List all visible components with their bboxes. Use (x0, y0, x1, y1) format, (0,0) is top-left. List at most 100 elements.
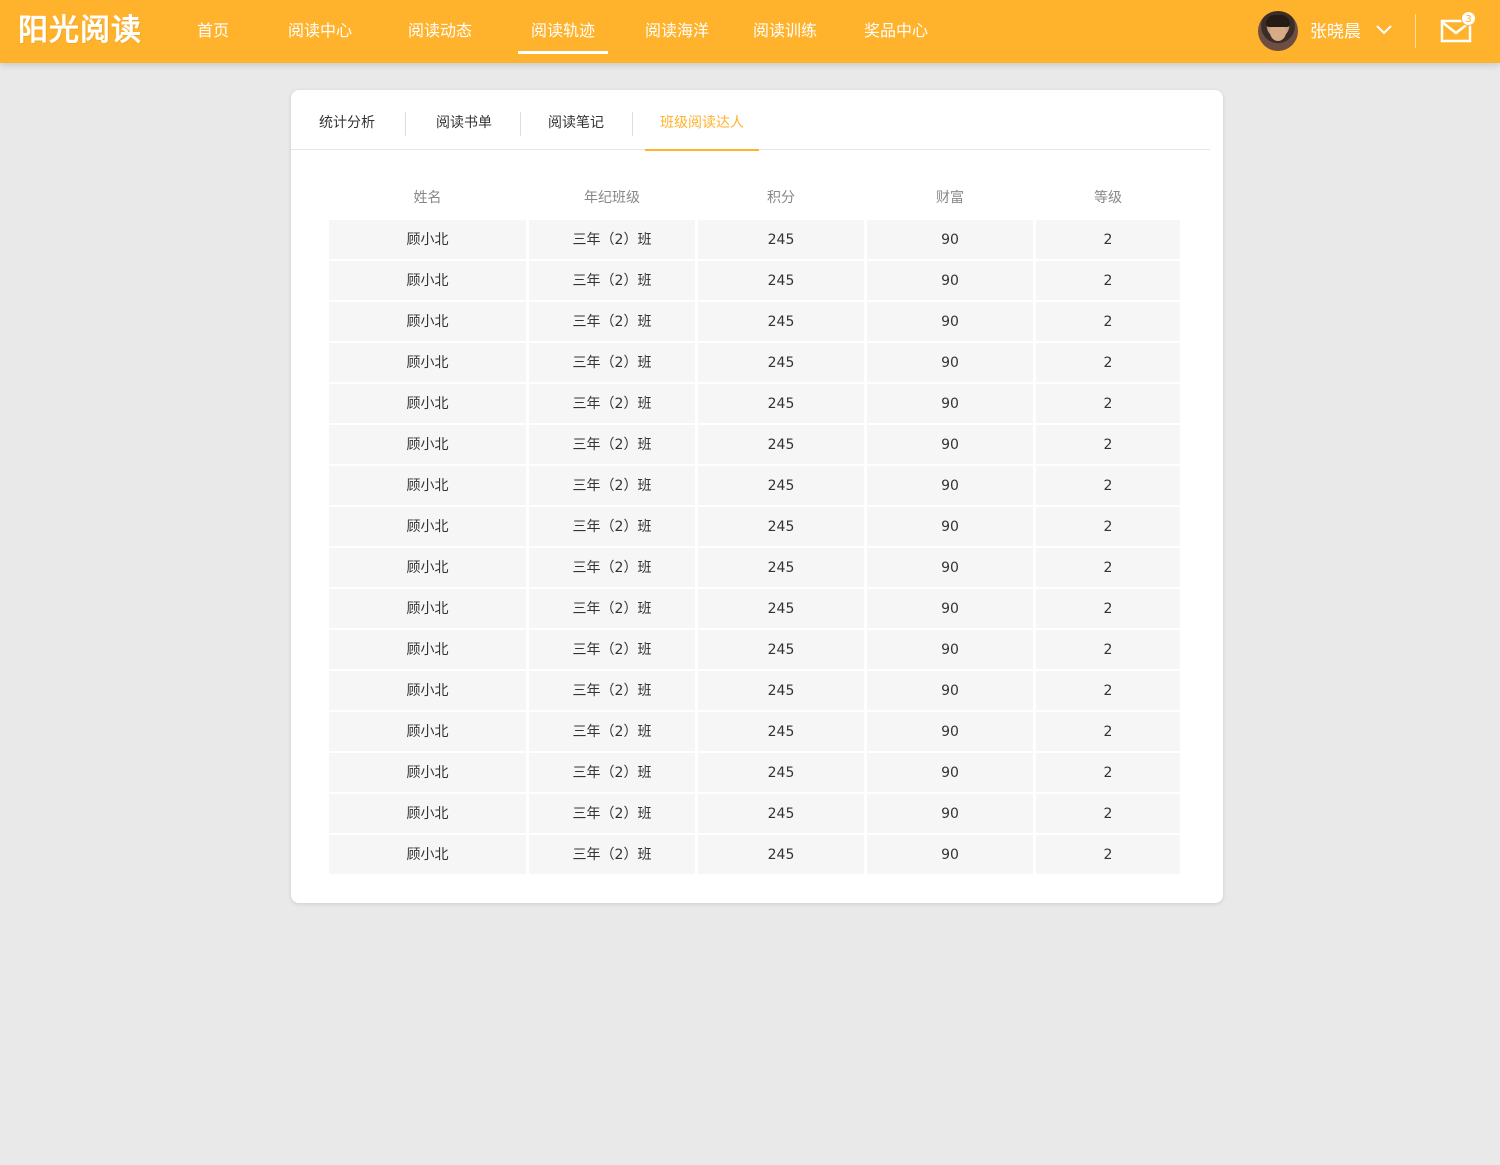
cell-points: 245 (698, 671, 864, 710)
cell-level: 2 (1036, 589, 1180, 628)
table-row: 顾小北 三年（2）班 245 90 2 (329, 753, 1180, 794)
cell-class: 三年（2）班 (529, 220, 695, 259)
nav-item-label: 奖品中心 (864, 21, 929, 40)
cell-level: 2 (1036, 835, 1180, 874)
table-row: 顾小北 三年（2）班 245 90 2 (329, 548, 1180, 589)
tab-bar: 统计分析 阅读书单 阅读笔记 班级阅读达人 (291, 90, 1210, 151)
column-header-points: 积分 (767, 190, 795, 206)
cell-points: 245 (698, 507, 864, 546)
cell-points: 245 (698, 753, 864, 792)
tab-label: 阅读笔记 (548, 115, 604, 131)
cell-class: 三年（2）班 (529, 671, 695, 710)
cell-points: 245 (698, 712, 864, 751)
tab-2[interactable]: 阅读笔记 (548, 90, 604, 150)
tab-0[interactable]: 统计分析 (319, 90, 375, 150)
cell-class: 三年（2）班 (529, 589, 695, 628)
cell-points: 245 (698, 220, 864, 259)
tab-1[interactable]: 阅读书单 (436, 90, 492, 150)
table-header: 姓名 年纪班级 积分 财富 等级 (329, 177, 1180, 220)
cell-name: 顾小北 (329, 261, 526, 300)
table-row: 顾小北 三年（2）班 245 90 2 (329, 220, 1180, 261)
cell-wealth: 90 (867, 671, 1033, 710)
cell-points: 245 (698, 794, 864, 833)
cell-name: 顾小北 (329, 507, 526, 546)
cell-points: 245 (698, 302, 864, 341)
site-logo[interactable]: 阳光阅读 (18, 10, 142, 52)
nav-item-2[interactable]: 阅读动态 (408, 0, 472, 63)
nav-item-0[interactable]: 首页 (196, 0, 230, 63)
cell-class: 三年（2）班 (529, 548, 695, 587)
cell-level: 2 (1036, 302, 1180, 341)
cell-level: 2 (1036, 671, 1180, 710)
cell-points: 245 (698, 466, 864, 505)
avatar[interactable] (1258, 11, 1298, 51)
cell-wealth: 90 (867, 630, 1033, 669)
table-row: 顾小北 三年（2）班 245 90 2 (329, 507, 1180, 548)
cell-class: 三年（2）班 (529, 630, 695, 669)
cell-class: 三年（2）班 (529, 835, 695, 874)
cell-level: 2 (1036, 712, 1180, 751)
user-name[interactable]: 张晓晨 (1310, 11, 1361, 53)
cell-wealth: 90 (867, 753, 1033, 792)
cell-points: 245 (698, 548, 864, 587)
table-row: 顾小北 三年（2）班 245 90 2 (329, 466, 1180, 507)
tab-separator (405, 112, 406, 136)
cell-name: 顾小北 (329, 548, 526, 587)
column-header-wealth: 财富 (936, 190, 964, 206)
cell-name: 顾小北 (329, 794, 526, 833)
cell-class: 三年（2）班 (529, 343, 695, 382)
tab-3[interactable]: 班级阅读达人 (645, 90, 759, 151)
cell-level: 2 (1036, 384, 1180, 423)
cell-name: 顾小北 (329, 835, 526, 874)
cell-name: 顾小北 (329, 384, 526, 423)
cell-points: 245 (698, 384, 864, 423)
cell-points: 245 (698, 589, 864, 628)
cell-wealth: 90 (867, 589, 1033, 628)
cell-name: 顾小北 (329, 220, 526, 259)
cell-name: 顾小北 (329, 589, 526, 628)
table-row: 顾小北 三年（2）班 245 90 2 (329, 835, 1180, 876)
cell-class: 三年（2）班 (529, 712, 695, 751)
cell-points: 245 (698, 630, 864, 669)
tab-label: 统计分析 (319, 115, 375, 131)
cell-class: 三年（2）班 (529, 507, 695, 546)
table-row: 顾小北 三年（2）班 245 90 2 (329, 425, 1180, 466)
cell-points: 245 (698, 425, 864, 464)
cell-level: 2 (1036, 630, 1180, 669)
cell-wealth: 90 (867, 712, 1033, 751)
header-divider (1415, 14, 1416, 48)
nav-item-1[interactable]: 阅读中心 (288, 0, 352, 63)
cell-class: 三年（2）班 (529, 261, 695, 300)
cell-points: 245 (698, 343, 864, 382)
cell-level: 2 (1036, 507, 1180, 546)
tab-label: 班级阅读达人 (660, 115, 744, 131)
nav-item-4[interactable]: 阅读海洋 (645, 0, 709, 63)
cell-class: 三年（2）班 (529, 425, 695, 464)
table-row: 顾小北 三年（2）班 245 90 2 (329, 302, 1180, 343)
cell-level: 2 (1036, 753, 1180, 792)
nav-item-5[interactable]: 阅读训练 (753, 0, 817, 63)
column-header-class: 年纪班级 (584, 190, 640, 206)
cell-wealth: 90 (867, 220, 1033, 259)
cell-name: 顾小北 (329, 343, 526, 382)
nav-item-6[interactable]: 奖品中心 (864, 0, 928, 63)
chevron-down-icon[interactable] (1374, 19, 1394, 39)
tab-active-underline (645, 149, 759, 151)
table-row: 顾小北 三年（2）班 245 90 2 (329, 343, 1180, 384)
nav-item-3[interactable]: 阅读轨迹 (518, 0, 608, 63)
cell-points: 245 (698, 835, 864, 874)
cell-points: 245 (698, 261, 864, 300)
table-row: 顾小北 三年（2）班 245 90 2 (329, 794, 1180, 835)
cell-class: 三年（2）班 (529, 384, 695, 423)
table-row: 顾小北 三年（2）班 245 90 2 (329, 712, 1180, 753)
cell-wealth: 90 (867, 466, 1033, 505)
cell-level: 2 (1036, 548, 1180, 587)
cell-class: 三年（2）班 (529, 794, 695, 833)
cell-level: 2 (1036, 466, 1180, 505)
cell-class: 三年（2）班 (529, 753, 695, 792)
cell-name: 顾小北 (329, 466, 526, 505)
cell-wealth: 90 (867, 302, 1033, 341)
cell-wealth: 90 (867, 835, 1033, 874)
cell-name: 顾小北 (329, 753, 526, 792)
cell-wealth: 90 (867, 261, 1033, 300)
